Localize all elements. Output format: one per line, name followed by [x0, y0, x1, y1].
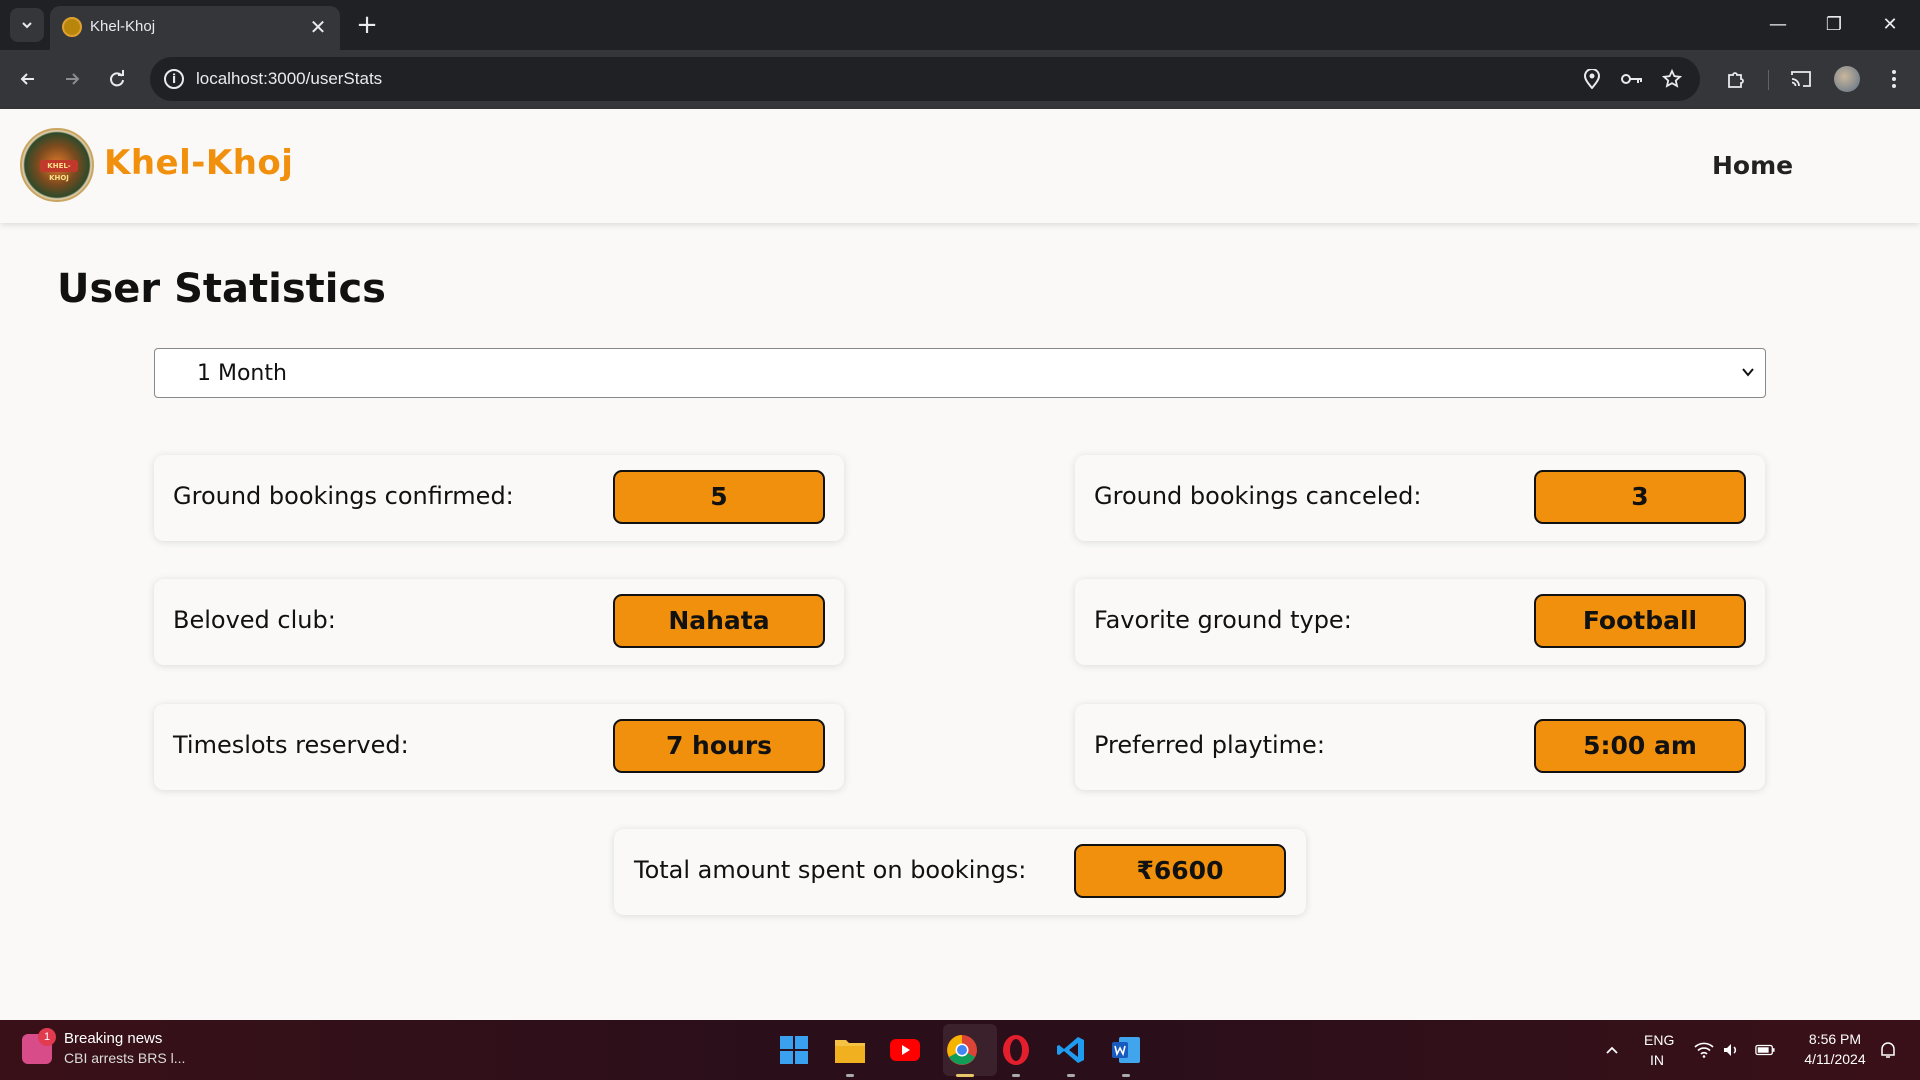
logo-badge: KHEL-KHOJ [40, 160, 78, 182]
stat-label: Beloved club: [173, 606, 336, 634]
key-icon[interactable] [1620, 67, 1644, 91]
news-count-badge: 1 [38, 1028, 56, 1046]
stat-card-timeslots-reserved: Timeslots reserved: 7 hours [154, 704, 844, 790]
address-url[interactable]: localhost:3000/userStats [196, 69, 382, 89]
location-pin-icon[interactable] [1580, 67, 1604, 91]
folder-icon [835, 1040, 865, 1063]
stat-card-bookings-canceled: Ground bookings canceled: 3 [1075, 455, 1765, 541]
stat-value-badge: 7 hours [613, 719, 825, 773]
chrome-app-button[interactable] [945, 1033, 979, 1067]
tray-overflow-chevron-icon[interactable] [1602, 1040, 1622, 1060]
clock-date[interactable]: 4/11/2024 [1795, 1051, 1875, 1067]
toolbar-divider [1768, 70, 1769, 90]
stat-value-badge: Football [1534, 594, 1746, 648]
extensions-icon[interactable] [1722, 65, 1750, 93]
more-menu-icon[interactable] [1880, 65, 1908, 93]
tab-search-button[interactable] [10, 8, 44, 42]
stat-card-beloved-club: Beloved club: Nahata [154, 579, 844, 665]
news-subtitle[interactable]: CBI arrests BRS l... [64, 1050, 185, 1066]
stat-card-bookings-confirmed: Ground bookings confirmed: 5 [154, 455, 844, 541]
address-bar[interactable]: i localhost:3000/userStats [150, 57, 1700, 101]
stat-value-badge: Nahata [613, 594, 825, 648]
forward-button[interactable] [56, 63, 88, 95]
running-indicator [1067, 1074, 1075, 1077]
arrow-right-icon [66, 73, 80, 85]
stat-card-favorite-ground-type: Favorite ground type: Football [1075, 579, 1765, 665]
os-taskbar: 1 Breaking news CBI arrests BRS l... ENG… [0, 1020, 1920, 1080]
word-app-button[interactable] [1109, 1033, 1143, 1067]
browser-toolbar: i localhost:3000/userStats [0, 50, 1920, 109]
page-title: User Statistics [57, 266, 386, 312]
window-close-button[interactable]: ✕ [1870, 8, 1910, 42]
new-tab-button[interactable]: + [352, 10, 382, 40]
start-menu-button[interactable] [777, 1033, 811, 1067]
keyboard-region[interactable]: IN [1650, 1052, 1664, 1068]
back-button[interactable] [12, 63, 44, 95]
profile-avatar[interactable] [1834, 66, 1860, 92]
running-indicator [846, 1074, 854, 1077]
vscode-icon [1057, 1037, 1084, 1063]
browser-tab-active[interactable]: Khel-Khoj ✕ [50, 6, 340, 50]
tab-title: Khel-Khoj [90, 18, 156, 35]
battery-icon[interactable] [1755, 1040, 1775, 1060]
stat-label: Total amount spent on bookings: [634, 856, 1027, 884]
file-explorer-button[interactable] [833, 1033, 867, 1067]
stat-value-badge: 5:00 am [1534, 719, 1746, 773]
stat-card-total-spent: Total amount spent on bookings: ₹6600 [614, 829, 1306, 915]
time-range-select[interactable]: 1 Month [154, 348, 1766, 398]
tab-close-button[interactable]: ✕ [306, 15, 330, 39]
chrome-icon [947, 1035, 977, 1065]
site-info-icon[interactable]: i [164, 69, 184, 89]
reload-icon [110, 70, 124, 87]
stat-label: Ground bookings confirmed: [173, 482, 514, 510]
site-favicon-icon [62, 17, 82, 37]
youtube-icon [890, 1039, 920, 1061]
stat-value-badge: 5 [613, 470, 825, 524]
reload-button[interactable] [101, 63, 133, 95]
chevron-down-icon [22, 22, 32, 29]
window-restore-button[interactable]: ❐ [1814, 8, 1854, 42]
opera-icon [1003, 1035, 1029, 1065]
cast-icon[interactable] [1787, 65, 1815, 93]
stat-value-badge: ₹6600 [1074, 844, 1286, 898]
wifi-icon[interactable] [1694, 1040, 1714, 1060]
window-minimize-button[interactable]: — [1758, 8, 1798, 42]
time-range-value: 1 Month [197, 361, 287, 386]
brand-logo[interactable]: KHEL-KHOJ [20, 128, 94, 202]
word-icon [1112, 1037, 1140, 1063]
site-header: KHEL-KHOJ Khel-Khoj Home [0, 109, 1920, 223]
stat-card-preferred-playtime: Preferred playtime: 5:00 am [1075, 704, 1765, 790]
stat-label: Preferred playtime: [1094, 731, 1325, 759]
vscode-app-button[interactable] [1054, 1033, 1088, 1067]
stat-label: Favorite ground type: [1094, 606, 1352, 634]
active-indicator [956, 1074, 974, 1077]
stat-label: Ground bookings canceled: [1094, 482, 1422, 510]
clock-time[interactable]: 8:56 PM [1797, 1031, 1873, 1047]
stat-label: Timeslots reserved: [173, 731, 409, 759]
page-content: KHEL-KHOJ Khel-Khoj Home User Statistics… [0, 109, 1920, 1020]
nav-home-link[interactable]: Home [1712, 151, 1793, 180]
browser-tab-bar: Khel-Khoj ✕ + — ❐ ✕ [0, 0, 1920, 50]
windows-logo-icon [780, 1036, 808, 1064]
youtube-app-button[interactable] [888, 1033, 922, 1067]
running-indicator [1122, 1074, 1130, 1077]
notification-bell-icon[interactable] [1878, 1040, 1898, 1060]
running-indicator [1012, 1074, 1020, 1077]
news-headline[interactable]: Breaking news [64, 1030, 162, 1047]
keyboard-language[interactable]: ENG [1644, 1032, 1674, 1048]
arrow-left-icon [20, 73, 34, 85]
opera-app-button[interactable] [999, 1033, 1033, 1067]
chevron-down-icon [1742, 368, 1754, 377]
bookmark-star-icon[interactable] [1660, 67, 1684, 91]
volume-icon[interactable] [1722, 1040, 1742, 1060]
stat-value-badge: 3 [1534, 470, 1746, 524]
brand-name[interactable]: Khel-Khoj [104, 143, 293, 183]
